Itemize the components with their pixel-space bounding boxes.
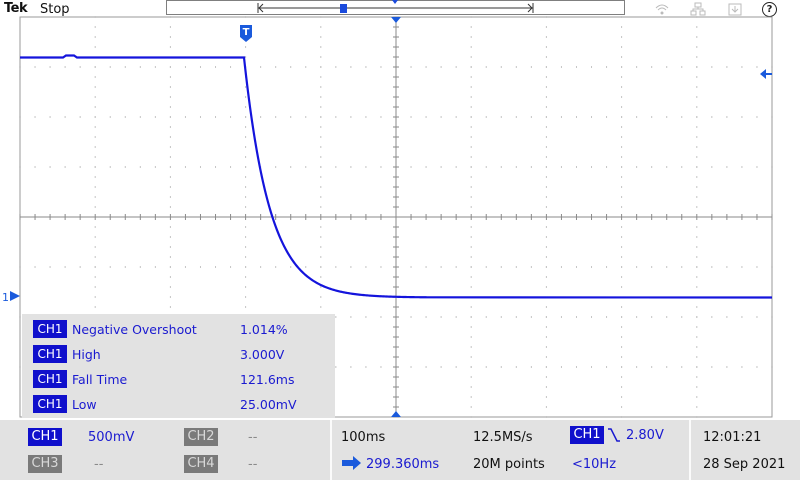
measurement-value: 121.6ms [240,372,295,387]
ch2-scale: -- [248,430,258,445]
measurement-row[interactable]: CH1 Low 25.00mV [33,395,333,413]
horizontal-position-marker-bottom [391,411,401,417]
trigger-frequency: <10Hz [572,457,617,472]
trigger-level-marker[interactable] [760,69,772,79]
measurement-channel: CH1 [33,370,67,388]
measurement-row[interactable]: CH1 Negative Overshoot 1.014% [33,320,333,338]
ch1-ground-marker[interactable]: 1 [2,291,20,304]
sample-rate: 12.5MS/s [473,430,533,445]
measurement-name: Fall Time [72,372,128,387]
measurement-value: 3.000V [240,347,285,362]
measurement-row[interactable]: CH1 Fall Time 121.6ms [33,370,333,388]
trigger-marker-label: T [243,27,250,38]
clock-time[interactable]: 12:01:21 [703,430,761,445]
horizontal-position-arrow-icon [341,455,365,475]
ch3-button[interactable]: CH3 [28,455,62,473]
trigger-source[interactable]: CH1 [570,426,604,444]
ch3-scale: -- [94,457,104,472]
horizontal-position[interactable]: 299.360ms [366,457,439,472]
measurement-value: 1.014% [240,322,288,337]
measurement-panel: CH1 Negative Overshoot 1.014% CH1 High 3… [22,314,335,418]
bottom-status-bar: CH1 500mV CH2 -- CH3 -- CH4 -- 100ms 299… [0,420,800,480]
measurement-channel: CH1 [33,320,67,338]
falling-edge-icon [606,427,622,447]
ch4-button[interactable]: CH4 [184,455,218,473]
measurement-row[interactable]: CH1 High 3.000V [33,345,333,363]
measurement-channel: CH1 [33,395,67,413]
measurement-name: High [72,347,101,362]
divider [330,420,332,480]
measurement-value: 25.00mV [240,397,297,412]
trigger-position-marker[interactable]: T [240,25,252,42]
ch1-button[interactable]: CH1 [28,428,62,446]
measurement-name: Low [72,397,97,412]
ch1-scale[interactable]: 500mV [88,430,134,445]
ch4-scale: -- [248,457,258,472]
record-length[interactable]: 20M points [473,457,545,472]
trigger-level[interactable]: 2.80V [626,428,664,443]
clock-date[interactable]: 28 Sep 2021 [703,457,785,472]
ch1-marker-label: 1 [2,291,9,304]
horizontal-scale[interactable]: 100ms [341,430,385,445]
horizontal-position-marker[interactable] [391,17,401,23]
measurement-channel: CH1 [33,345,67,363]
measurement-name: Negative Overshoot [72,322,197,337]
divider [689,420,691,480]
ch2-button[interactable]: CH2 [184,428,218,446]
